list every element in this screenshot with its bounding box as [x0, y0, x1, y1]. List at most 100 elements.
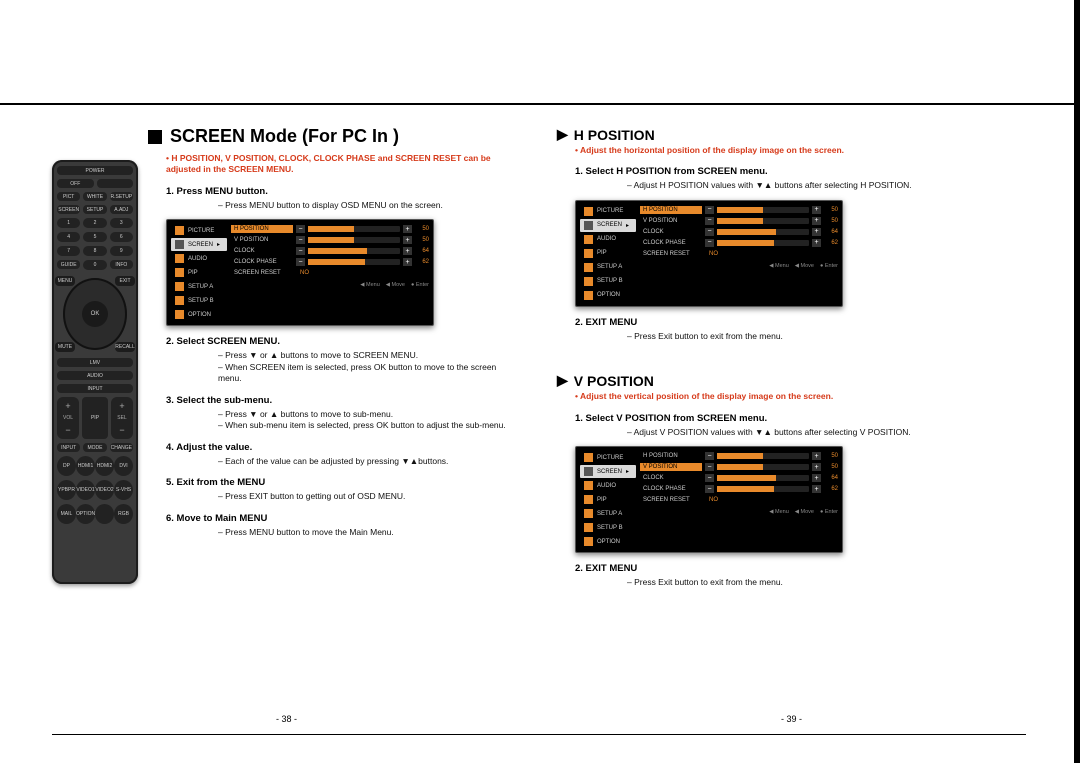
osd-row-value: 50 — [415, 226, 429, 232]
osd-tab-label: SCREEN — [188, 242, 213, 248]
subsection-title-text: V POSITION — [574, 373, 654, 389]
two-page-spread: POWER OFF PICT WHITE R.SETUP SCREEN SETU… — [52, 110, 1026, 730]
remote-num-6: 6 — [110, 232, 133, 242]
remote-num-0: 0 — [83, 260, 106, 270]
remote-video1-button: VIDEO1 — [76, 480, 95, 500]
step-head: 3. Select the sub-menu. — [166, 395, 521, 406]
page-right: ▶ H POSITION Adjust the horizontal posit… — [557, 110, 1026, 730]
osd-row-screen-reset: SCREEN RESETNO — [640, 249, 838, 259]
osd-tab-label: PIP — [188, 270, 198, 276]
remote-num-7: 7 — [57, 246, 80, 256]
osd-tab-icon — [175, 268, 184, 277]
osd-row-clock: CLOCK−+64 — [640, 227, 838, 237]
osd-slider-bar — [717, 218, 809, 224]
osd-slider-bar — [308, 226, 400, 232]
osd-tab-icon — [584, 235, 593, 244]
remote-sel-rocker: +SEL− — [111, 397, 133, 439]
left-content: SCREEN Mode (For PC In ) H POSITION, V P… — [148, 110, 521, 730]
osd-row-h-position: H POSITION−+50 — [640, 205, 838, 215]
osd-tab-icon — [584, 277, 593, 286]
step-body-line: Adjust V POSITION values with ▼▲ buttons… — [627, 427, 1026, 438]
minus-icon: − — [296, 247, 305, 255]
osd-row-value: 50 — [824, 464, 838, 470]
step-body-line: Press EXIT button to getting out of OSD … — [218, 491, 521, 502]
plus-icon: + — [812, 217, 821, 225]
step-5: 5. Exit from the MENU Press EXIT button … — [166, 477, 521, 502]
vpos-step-2: 2. EXIT MENU Press Exit button to exit f… — [575, 563, 1026, 588]
osd-tab-label: SETUP B — [597, 278, 623, 284]
osd-row-value: 50 — [415, 237, 429, 243]
remote-option-button: OPTION — [76, 504, 95, 524]
step-3: 3. Select the sub-menu. Press ▼ or ▲ but… — [166, 395, 521, 432]
subsection-h-position: ▶ H POSITION — [557, 126, 1026, 143]
step-body-line: Press MENU button to display OSD MENU on… — [218, 200, 521, 211]
osd-tab-setup-b: SETUP B — [580, 521, 636, 534]
remote-num-5: 5 — [83, 232, 106, 242]
osd-tab-icon — [175, 240, 184, 249]
step-body-line: Press ▼ or ▲ buttons to move to sub-menu… — [218, 409, 521, 420]
osd-tab-label: AUDIO — [188, 256, 207, 262]
hpos-step-1: 1. Select H POSITION from SCREEN menu. A… — [575, 166, 1026, 191]
osd-tab-pip: PIP — [580, 247, 636, 260]
osd-row-label: CLOCK — [640, 228, 702, 236]
osd-row-label: CLOCK PHASE — [640, 239, 702, 247]
section-title-text: SCREEN Mode (For PC In ) — [170, 126, 399, 147]
osd-row-label: V POSITION — [640, 463, 702, 471]
osd-slider-bar — [717, 229, 809, 235]
osd-tab-picture: PICTURE — [171, 224, 227, 237]
remote-column: POWER OFF PICT WHITE R.SETUP SCREEN SETU… — [52, 110, 138, 730]
remote-rgb-button: RGB — [114, 504, 133, 524]
h-position-note: Adjust the horizontal position of the di… — [575, 145, 1026, 156]
remote-blank2-button — [95, 504, 114, 524]
step-head: 4. Adjust the value. — [166, 442, 521, 453]
osd-row-h-position: H POSITION−+50 — [640, 451, 838, 461]
osd-tab-icon — [584, 537, 593, 546]
remote-video2-button: VIDEO2 — [95, 480, 114, 500]
osd-tab-icon — [584, 453, 593, 462]
osd-tab-icon — [584, 467, 593, 476]
step-head: 2. EXIT MENU — [575, 563, 1026, 574]
plus-icon: + — [812, 206, 821, 214]
osd-slider-bar — [717, 207, 809, 213]
osd-tab-label: SETUP A — [597, 511, 622, 517]
osd-tab-icon — [175, 296, 184, 305]
remote-mute-button: MUTE — [55, 342, 75, 352]
square-bullet-icon — [148, 130, 162, 144]
osd-tab-option: OPTION — [171, 308, 227, 321]
osd-slider-bar — [717, 240, 809, 246]
osd-tab-label: AUDIO — [597, 483, 616, 489]
osd-tab-option: OPTION — [580, 289, 636, 302]
step-body-line: Press Exit button to exit from the menu. — [627, 577, 1026, 588]
page-number-left: - 38 - — [52, 714, 521, 724]
osd-slider-bar — [308, 259, 400, 265]
remote-vol-rocker: +VOL− — [57, 397, 79, 439]
osd-row-label: CLOCK — [640, 474, 702, 482]
remote-ok-button: OK — [82, 301, 108, 327]
plus-icon: + — [403, 236, 412, 244]
remote-rsetup-button: R.SETUP — [110, 192, 133, 201]
v-position-note: Adjust the vertical position of the disp… — [575, 391, 1026, 402]
remote-guide-button: GUIDE — [57, 260, 80, 269]
osd-row-value: 64 — [824, 229, 838, 235]
step-body-line: When SCREEN item is selected, press OK b… — [218, 362, 521, 385]
remote-info-button: INFO — [110, 260, 133, 269]
osd-tab-icon — [584, 207, 593, 216]
plus-icon: + — [403, 247, 412, 255]
osd-tab-picture: PICTURE — [580, 451, 636, 464]
remote-dpad: MENU EXIT MUTE RECALL OK — [57, 278, 133, 350]
osd-tab-setup-a: SETUP A — [580, 261, 636, 274]
plus-icon: + — [812, 452, 821, 460]
osd-tab-label: SETUP B — [188, 298, 214, 304]
osd-tab-label: SCREEN — [597, 469, 622, 475]
osd-screenshot-main: PICTURESCREEN ▸AUDIOPIPSETUP ASETUP BOPT… — [166, 219, 434, 326]
osd-row-clock-phase: CLOCK PHASE−+62 — [231, 257, 429, 267]
hpos-step-2: 2. EXIT MENU Press Exit button to exit f… — [575, 317, 1026, 342]
remote-num-1: 1 — [57, 218, 80, 228]
osd-tab-label: AUDIO — [597, 236, 616, 242]
remote-pip-button: PIP — [82, 397, 108, 439]
chevron-right-icon: ▶ — [557, 372, 568, 389]
osd-row-label: CLOCK PHASE — [231, 258, 293, 266]
manual-spread: POWER OFF PICT WHITE R.SETUP SCREEN SETU… — [0, 0, 1080, 763]
osd-tab-icon — [175, 282, 184, 291]
minus-icon: − — [705, 452, 714, 460]
